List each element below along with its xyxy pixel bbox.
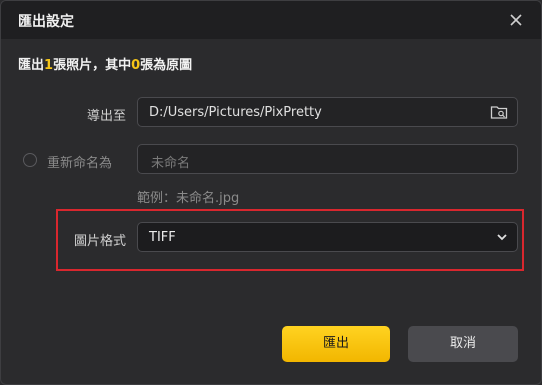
export-summary: 匯出1張照片，其中0張為原圖 (18, 54, 192, 73)
close-icon[interactable] (505, 9, 527, 31)
folder-icon[interactable] (490, 104, 508, 120)
rename-placeholder: 未命名 (151, 156, 191, 171)
format-label: 圖片格式 (74, 234, 127, 249)
cancel-button[interactable]: 取消 (408, 326, 518, 362)
rename-input[interactable]: 未命名 (137, 144, 518, 174)
chevron-down-icon (497, 234, 507, 241)
summary-original-count: 0 (131, 58, 141, 73)
summary-suffix: 張為原圖 (140, 58, 193, 73)
summary-total-count: 1 (44, 58, 54, 73)
summary-prefix: 匯出 (18, 58, 45, 73)
format-select[interactable]: TIFF (137, 222, 518, 252)
export-path-value: D:/Users/Pictures/PixPretty (149, 105, 322, 120)
rename-radio[interactable] (23, 153, 37, 167)
export-settings-dialog: 匯出設定 匯出1張照片，其中0張為原圖 導出至 D:/Users/Picture… (0, 0, 542, 385)
export-to-label: 導出至 (87, 109, 127, 124)
dialog-title: 匯出設定 (18, 14, 74, 30)
format-value: TIFF (149, 230, 176, 245)
export-button[interactable]: 匯出 (282, 326, 390, 362)
title-bar: 匯出設定 (1, 1, 541, 39)
rename-label: 重新命名為 (47, 156, 113, 171)
rename-example: 範例：未命名.jpg (137, 191, 240, 206)
summary-middle: 張照片，其中 (53, 58, 132, 73)
export-path-field[interactable]: D:/Users/Pictures/PixPretty (137, 97, 518, 127)
